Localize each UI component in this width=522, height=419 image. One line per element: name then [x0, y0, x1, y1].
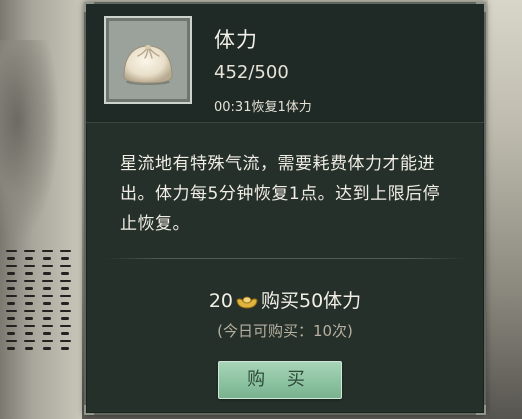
gold-ingot-icon	[236, 296, 258, 309]
panel-corner	[476, 405, 486, 415]
steamed-bun-icon	[123, 45, 173, 85]
purchase-text: 购买50体力	[261, 290, 362, 312]
item-description: 星流地有特殊气流，需要耗费体力才能进出。体力每5分钟恢复1点。达到上限后停止恢复…	[120, 154, 441, 234]
price-cost: 20	[208, 290, 233, 312]
panel-corner	[84, 405, 94, 415]
purchase-limit: (今日可购买：10次)	[217, 322, 353, 340]
background-cliff	[0, 40, 60, 240]
ink-calligraphy-decoration	[4, 250, 72, 410]
stamina-amount: 452/500	[214, 62, 289, 83]
background-right-scenery	[488, 0, 522, 419]
item-icon-frame	[104, 16, 192, 104]
recover-timer: 00:31恢复1体力	[214, 100, 312, 115]
header-divider	[86, 122, 484, 123]
item-title: 体力	[214, 28, 258, 52]
buy-button[interactable]: 购 买	[218, 361, 342, 399]
stamina-popup-panel: 体力 452/500 00:31恢复1体力 星流地有特殊气流，需要耗费体力才能进…	[84, 2, 486, 415]
item-header: 体力 452/500 00:31恢复1体力	[86, 4, 484, 122]
section-divider	[104, 258, 466, 259]
purchase-price-row: 20 购买50体力	[86, 286, 484, 313]
